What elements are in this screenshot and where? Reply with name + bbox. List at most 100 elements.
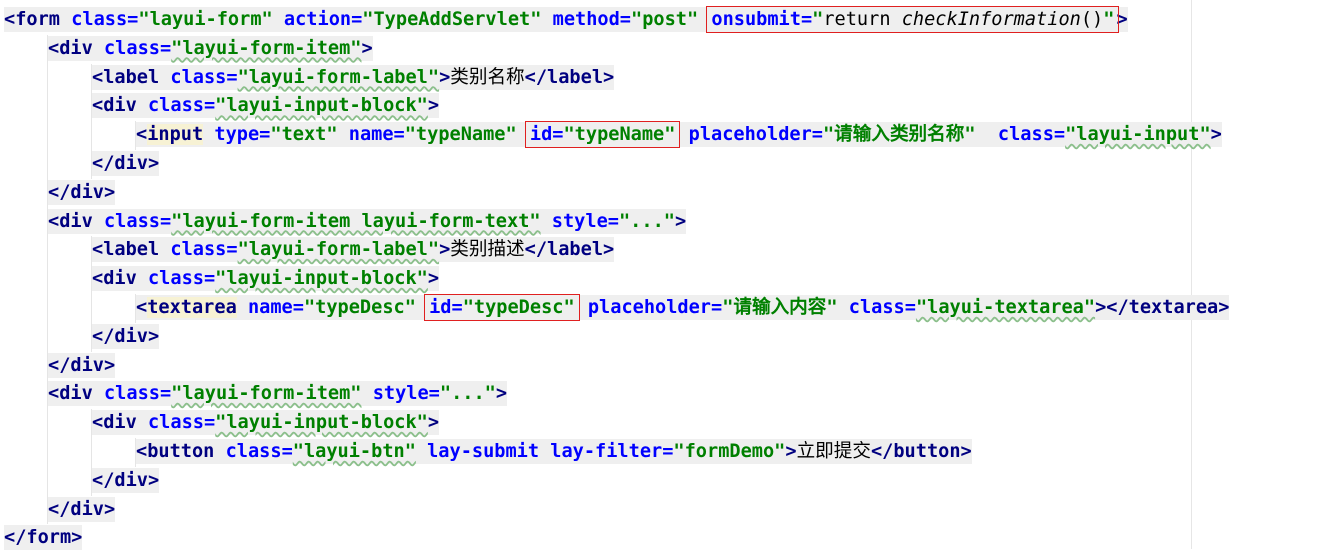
code-token: type [214,124,260,146]
code-line[interactable]: </div> [0,495,1190,525]
code-token: name [247,296,293,318]
code-token: class [997,124,1054,146]
indent-guide [47,92,48,122]
code-token: </div> [48,181,116,203]
code-token: () [1080,9,1104,30]
indent-guide [91,92,92,122]
code-line-content: <div class="layui-form-item layui-form-t… [48,208,687,234]
code-token: <div [48,210,93,232]
indent-guide [47,293,48,323]
code-token: action [283,9,352,30]
code-token: = [159,210,172,232]
code-token: > [361,37,373,59]
code-line[interactable]: <div class="layui-input-block"> [0,265,1190,294]
code-token: <div [92,268,137,290]
code-token: textarea [147,296,237,318]
code-token: class [170,239,227,261]
code-token: > [1095,296,1107,318]
code-token: > [495,383,508,405]
code-token: "请输入类别名称" [822,124,976,146]
code-token: "post" [631,9,699,30]
code-token: "typeName" [404,124,517,146]
code-token: </textarea> [1106,296,1230,318]
code-line[interactable]: <form class="layui-form" action="TypeAdd… [0,6,1190,35]
code-token: <div [48,37,93,59]
indent-guide [91,63,92,93]
code-line-content: </div> [92,467,160,493]
code-token: " [812,9,824,30]
code-line[interactable]: </div> [0,322,1190,352]
code-token: class [147,412,204,434]
code-token: "layui-form-label" [237,239,440,261]
indent-guide [91,265,92,294]
code-token: input [147,124,204,146]
code-token: "..." [618,210,675,232]
code-line[interactable]: <label class="layui-form-label">类别名称</la… [0,63,1190,93]
code-token: = [800,9,813,30]
code-token: > [439,66,451,88]
code-line[interactable]: </div> [0,351,1190,381]
code-token: < [4,9,16,30]
code-line[interactable]: <div class="layui-input-block"> [0,409,1190,438]
code-line[interactable]: <div class="layui-form-item"> [0,34,1190,64]
code-line[interactable]: <div class="layui-form-item layui-form-t… [0,207,1190,237]
code-line[interactable]: <div class="layui-input-block"> [0,92,1190,122]
code-token: </div> [48,498,116,520]
code-token: = [351,9,363,30]
code-token: = [607,210,619,232]
code-line[interactable]: </div> [0,149,1190,179]
code-token: "layui-form-label" [237,66,440,88]
code-line-content: <div class="layui-form-item" style="..."… [48,381,508,407]
code-line[interactable]: <div class="layui-form-item" style="..."… [0,380,1190,410]
code-token: "layui-form-item layui-form-text" [171,210,541,232]
code-line[interactable]: <textarea name="typeDesc" id="typeDesc" … [0,293,1230,323]
indent-guide [47,495,48,525]
code-line[interactable]: <button class="layui-btn" lay-submit lay… [0,437,1190,467]
code-line-content: <form class="layui-form" action="TypeAdd… [4,6,1128,33]
code-token: "layui-form" [138,9,273,30]
code-line[interactable]: </div> [0,466,1190,496]
code-token: </label> [524,66,615,88]
code-token: = [451,296,463,318]
code-token: > [785,440,797,462]
code-line[interactable]: <input type="text" name="typeName" id="t… [0,121,1222,150]
code-token: = [662,440,674,462]
code-line[interactable]: </div> [0,178,1190,208]
code-editor[interactable]: <form class="layui-form" action="TypeAdd… [0,6,1230,553]
code-line-content: </div> [92,150,160,176]
code-token: = [203,95,216,117]
code-token: </label> [524,239,615,261]
code-token: </form> [4,527,83,549]
code-line[interactable]: <label class="layui-form-label">类别描述</la… [0,236,1190,266]
code-token: class [103,37,160,59]
code-token: method [552,9,620,30]
indent-guide [47,380,48,410]
indent-guide [47,437,48,467]
code-line-content: <textarea name="typeDesc" id="typeDesc" … [136,293,1230,321]
indent-guide [47,207,48,237]
code-token: = [203,268,216,290]
code-line-content: <div class="layui-input-block"> [92,93,440,119]
code-token: = [552,124,564,146]
code-token: </div> [92,152,160,174]
code-token: "typeDesc" [303,296,416,318]
code-token: </div> [48,354,116,376]
code-token: form [15,9,60,30]
indent-guide [91,149,92,179]
code-token: "TypeAddServlet" [362,9,542,30]
code-token: = [127,9,139,30]
code-token: onsubmit [711,9,801,30]
code-token: "formDemo" [673,440,786,462]
code-token: "typeName" [563,124,676,146]
code-token: = [904,296,916,318]
